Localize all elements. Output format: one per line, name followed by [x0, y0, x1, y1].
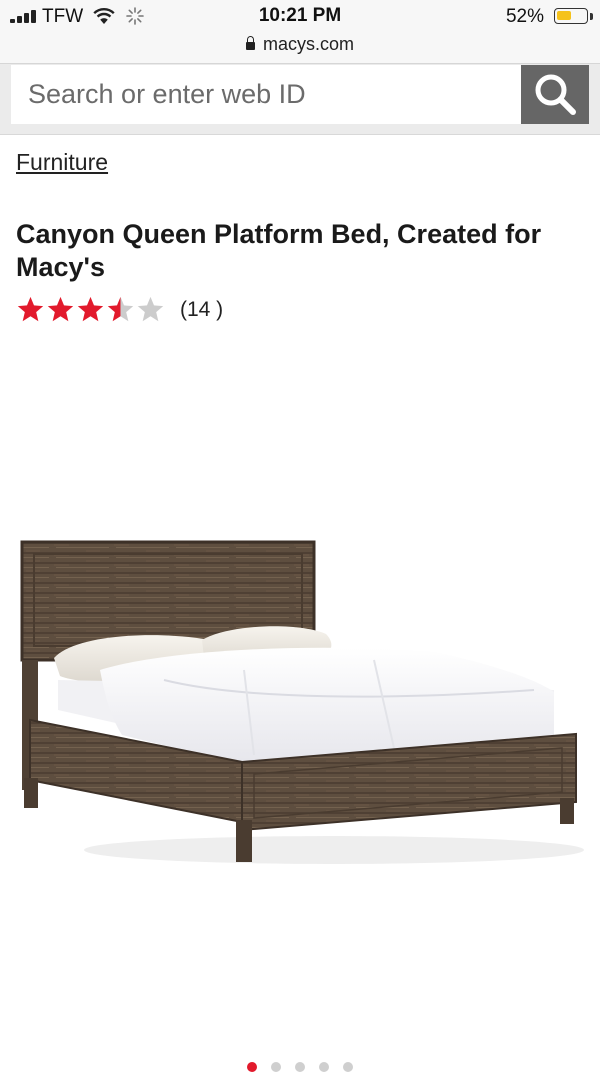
- battery-icon: [554, 8, 588, 24]
- image-carousel-dots: [0, 1062, 600, 1072]
- carousel-dot[interactable]: [271, 1062, 281, 1072]
- product-image[interactable]: [14, 530, 586, 875]
- carousel-dot[interactable]: [247, 1062, 257, 1072]
- url-bar[interactable]: macys.com: [0, 34, 600, 64]
- search-button[interactable]: [521, 65, 589, 124]
- product-rating[interactable]: (14 ): [16, 295, 223, 324]
- battery-percent: 52%: [505, 6, 544, 27]
- search-icon: [535, 74, 576, 115]
- carousel-dot[interactable]: [295, 1062, 305, 1072]
- star-rating: [16, 295, 165, 324]
- battery-level: [557, 11, 571, 20]
- battery-tip: [590, 13, 593, 20]
- star-icon: [17, 296, 44, 322]
- url-text: macys.com: [262, 34, 354, 54]
- star-icon: [107, 296, 134, 322]
- product-title: Canyon Queen Platform Bed, Created for M…: [16, 219, 542, 282]
- review-count[interactable]: (14 ): [180, 298, 223, 322]
- carousel-dot[interactable]: [319, 1062, 329, 1072]
- search-input[interactable]: [11, 65, 521, 124]
- divider: [0, 134, 600, 135]
- star-icon: [47, 296, 74, 322]
- breadcrumb-furniture[interactable]: Furniture: [16, 149, 108, 176]
- star-icon: [137, 296, 164, 322]
- lock-icon: [245, 36, 255, 50]
- star-icon: [77, 296, 104, 322]
- carousel-dot[interactable]: [343, 1062, 353, 1072]
- status-bar: TFW 10:21 PM 52%: [0, 0, 600, 34]
- search-bar: [0, 64, 600, 134]
